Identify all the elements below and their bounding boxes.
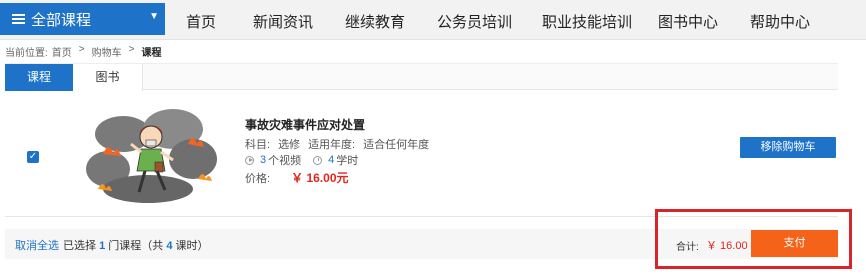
- breadcrumb: 当前位置: 首页 > 购物车 > 课程: [5, 44, 161, 59]
- video-count: 3: [260, 154, 267, 166]
- breadcrumb-current: 课程: [141, 48, 162, 59]
- course-thumbnail: [83, 104, 218, 209]
- clock-icon: [313, 155, 323, 165]
- cart-tabs: 课程 图书: [5, 63, 838, 91]
- remove-from-cart-button[interactable]: 移除购物车: [740, 137, 836, 158]
- total-hours: 4: [166, 240, 173, 252]
- price-label: 价格:: [245, 173, 271, 185]
- year-value: 适合任何年度: [363, 139, 430, 151]
- breadcrumb-cart[interactable]: 购物车: [92, 44, 122, 59]
- nav-continuing-education[interactable]: 继续教育: [345, 11, 405, 32]
- play-icon: [245, 155, 254, 165]
- breadcrumb-prefix: 当前位置:: [5, 48, 48, 59]
- selection-summary: 取消全选 已选择 1 门课程（共 4 课时）: [15, 237, 209, 253]
- breadcrumb-separator: >: [78, 44, 85, 55]
- price-row: 价格: ￥ 16.00元: [245, 169, 349, 186]
- selected-mid: 门课程（共: [108, 240, 164, 252]
- nav-vocational-training[interactable]: 职业技能培训: [542, 11, 632, 32]
- subject-label: 科目:: [245, 139, 271, 151]
- course-title[interactable]: 事故灾难事件应对处置: [245, 116, 365, 133]
- year-label: 适用年度:: [308, 139, 356, 151]
- pay-button[interactable]: 支付: [751, 230, 838, 257]
- deselect-all-link[interactable]: 取消全选: [15, 240, 59, 252]
- video-unit: 个视频: [268, 155, 302, 167]
- breadcrumb-home[interactable]: 首页: [52, 44, 72, 59]
- chevron-down-icon: ▼: [149, 11, 159, 22]
- tab-courses[interactable]: 课程: [5, 64, 73, 91]
- course-meta: 科目: 选修 适用年度: 适合任何年度: [245, 136, 437, 152]
- tab-books[interactable]: 图书: [73, 64, 143, 91]
- subject-value: 选修: [278, 139, 301, 151]
- all-courses-menu[interactable]: 全部课程 ▼: [0, 3, 165, 35]
- selected-prefix: 已选择: [63, 240, 96, 252]
- selected-count: 1: [99, 240, 106, 252]
- selected-suffix: 课时）: [175, 240, 209, 252]
- hours-unit: 学时: [336, 155, 359, 167]
- hours-count: 4: [328, 154, 335, 166]
- nav-help-center[interactable]: 帮助中心: [750, 11, 810, 32]
- all-courses-label: 全部课程: [31, 11, 92, 29]
- course-price: ￥ 16.00元: [291, 171, 349, 185]
- nav-civil-servant-training[interactable]: 公务员培训: [437, 11, 512, 32]
- top-navigation: 全部课程 ▼ 首页 新闻资讯 继续教育 公务员培训 职业技能培训 图书中心 帮助…: [0, 0, 866, 40]
- total-amount: ￥ 16.00: [706, 240, 748, 252]
- course-checkbox[interactable]: ✓: [27, 151, 39, 163]
- nav-news[interactable]: 新闻资讯: [253, 11, 313, 32]
- nav-book-center[interactable]: 图书中心: [658, 11, 718, 32]
- total-label: 合计:: [676, 242, 699, 253]
- menu-icon: [12, 13, 25, 25]
- breadcrumb-separator: >: [128, 44, 135, 55]
- course-stats: 3 个视频 4 学时: [245, 152, 358, 168]
- nav-home[interactable]: 首页: [186, 11, 216, 32]
